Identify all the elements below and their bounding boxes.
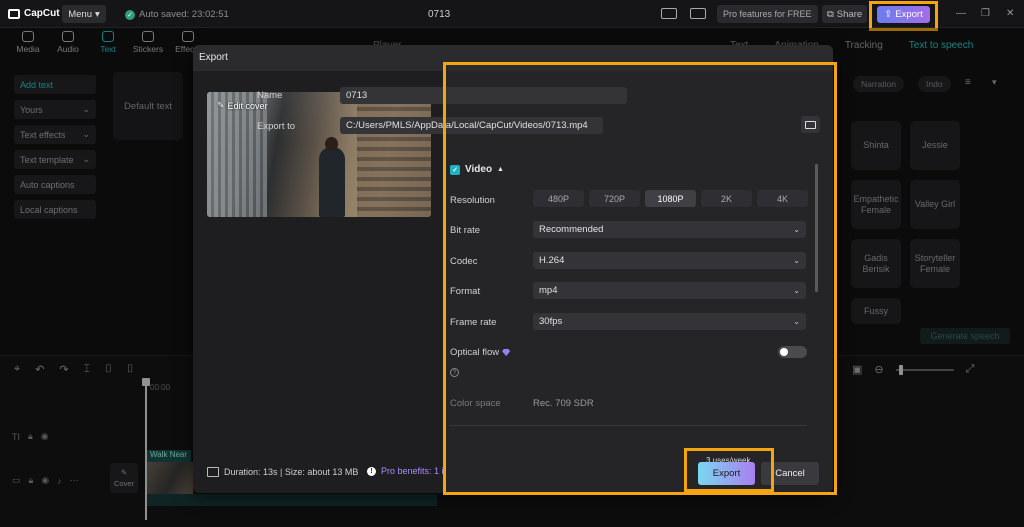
shortcut-icon[interactable] [690, 8, 706, 19]
edit-cover-button[interactable]: ✎ Edit cover [217, 100, 268, 111]
share-button[interactable]: ⧉ Share [822, 5, 868, 23]
app-name: CapCut [24, 8, 60, 19]
export-to-label: Export to [257, 121, 296, 132]
edit-cover-label: Edit cover [227, 100, 268, 111]
pro-features-button[interactable]: Pro features for FREE [717, 5, 818, 23]
duration-text: Duration: 13s | Size: about 13 MB [224, 467, 359, 477]
capcut-logo: CapCut [8, 8, 60, 19]
share-label: Share [836, 8, 863, 20]
highlight-export-top [869, 1, 938, 31]
highlight-export-settings [443, 62, 837, 495]
chevron-down-icon: ▾ [94, 8, 100, 20]
film-icon [207, 467, 219, 477]
menu-button[interactable]: Menu ▾ [62, 5, 106, 23]
building-right [357, 92, 431, 217]
check-circle-icon: ✓ [125, 9, 135, 20]
pencil-icon: ✎ [217, 100, 225, 110]
menu-label: Menu [68, 8, 92, 20]
highlight-export-button [684, 448, 774, 492]
info-icon: ! [367, 466, 376, 476]
layout-icon[interactable] [661, 8, 677, 19]
cover-image[interactable]: ✎ Edit cover [207, 92, 431, 217]
autosave-text: Auto saved: 23:02:51 [139, 9, 229, 20]
person-figure [319, 137, 345, 217]
autosave-status: ✓ Auto saved: 23:02:51 [125, 9, 229, 20]
name-label: Name [257, 90, 283, 101]
minimize-icon[interactable]: — [956, 8, 966, 19]
project-title: 0713 [428, 9, 451, 20]
duration-info: Duration: 13s | Size: about 13 MB [207, 467, 358, 477]
capcut-logo-icon [8, 8, 20, 19]
maximize-icon[interactable]: ❐ [981, 8, 990, 19]
close-icon[interactable]: ✕ [1006, 8, 1014, 19]
share-icon: ⧉ [827, 8, 834, 20]
